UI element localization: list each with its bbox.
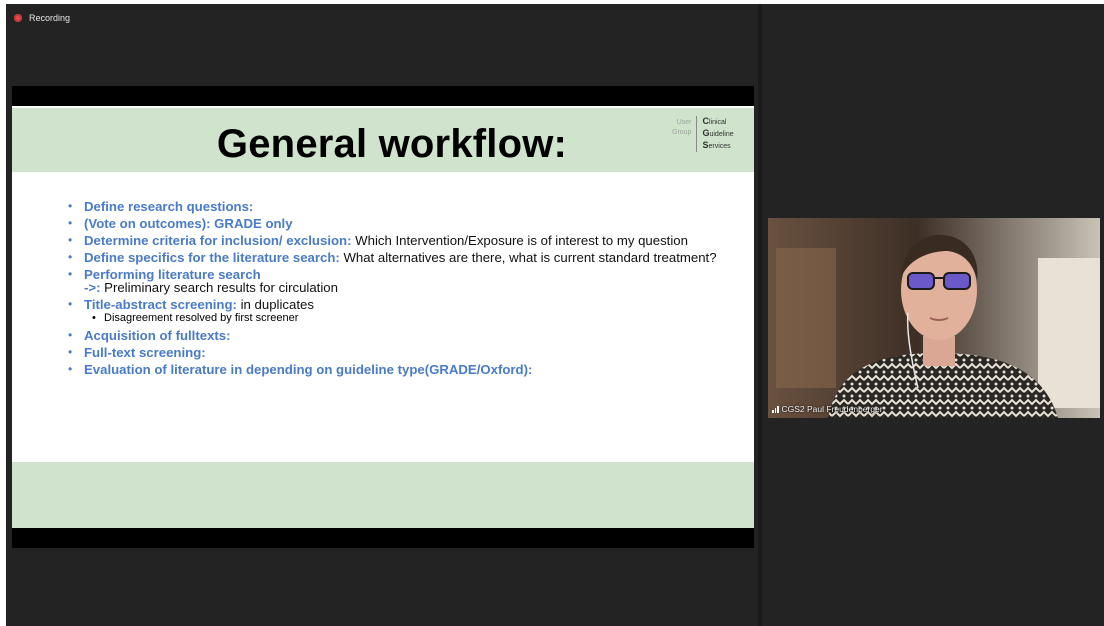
participant-name: CGS2 Paul Freudenberger <box>781 404 883 414</box>
recording-label: Recording <box>29 13 71 23</box>
bullet-item: Acquisition of fulltexts: <box>62 329 742 342</box>
slide-title: General workflow: <box>216 122 568 166</box>
participant-video <box>768 218 1100 418</box>
cgs-logo: User Group Clinical Guideline Services <box>672 116 734 152</box>
participant-name-tag: CGS2 Paul Freudenberger <box>772 404 883 414</box>
bullet-item: Evaluation of literature in depending on… <box>62 363 742 376</box>
shared-slide-frame: General workflow: User Group Clinical Gu… <box>12 86 754 548</box>
bullet-item: Define specifics for the literature sear… <box>62 251 742 264</box>
bullet-item: Define research questions: <box>62 200 742 213</box>
sub-bullet-list: Disagreement resolved by first screener <box>84 312 742 325</box>
logo-user-group: User Group <box>672 119 692 136</box>
bullet-item: Performing literature search->: Prelimin… <box>62 268 742 294</box>
presentation-slide: General workflow: User Group Clinical Gu… <box>12 106 754 528</box>
bullet-item: Title-abstract screening: in duplicates … <box>62 298 742 325</box>
slide-footer-band <box>12 462 754 528</box>
bullet-item: Full-text screening: <box>62 346 742 359</box>
logo-wordmark: Clinical Guideline Services <box>702 116 734 150</box>
logo-divider <box>696 116 698 152</box>
meeting-window: Recording General workflow: User Group C… <box>6 4 1104 626</box>
participants-pane: CGS2 Paul Freudenberger <box>762 4 1104 626</box>
workflow-bullet-list: Define research questions: (Vote on outc… <box>62 200 742 380</box>
signal-strength-icon <box>772 405 779 413</box>
sub-bullet-item: Disagreement resolved by first screener <box>84 312 742 325</box>
bullet-item: (Vote on outcomes): GRADE only <box>62 217 742 230</box>
participant-video-tile[interactable]: CGS2 Paul Freudenberger <box>768 218 1100 418</box>
slide-header-band: General workflow: User Group Clinical Gu… <box>12 108 754 172</box>
recording-dot-icon <box>14 14 22 22</box>
recording-indicator[interactable]: Recording <box>14 13 70 23</box>
bullet-item: Determine criteria for inclusion/ exclus… <box>62 234 742 247</box>
shared-screen-pane: Recording General workflow: User Group C… <box>6 4 758 626</box>
